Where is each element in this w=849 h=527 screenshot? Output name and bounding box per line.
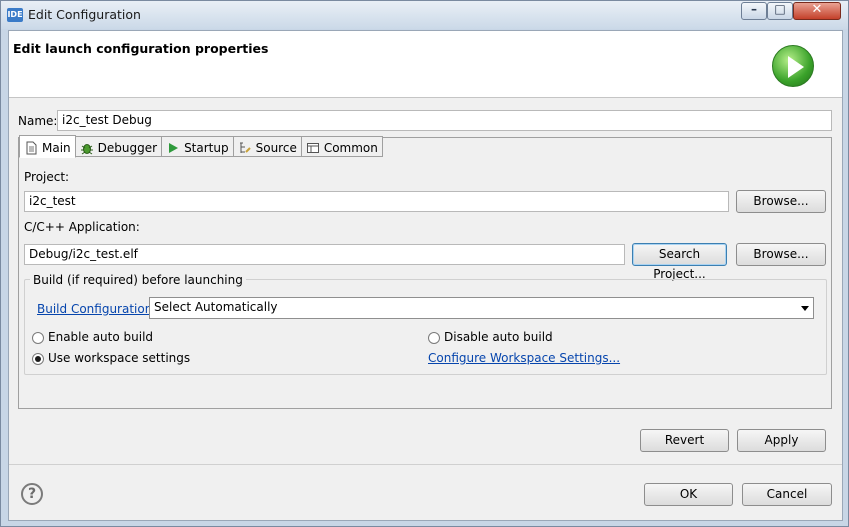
document-icon bbox=[24, 141, 38, 155]
configure-workspace-settings-link[interactable]: Configure Workspace Settings... bbox=[428, 351, 620, 365]
bug-icon bbox=[80, 141, 94, 155]
use-workspace-settings-label: Use workspace settings bbox=[48, 351, 191, 365]
tab-debugger-label: Debugger bbox=[97, 140, 158, 155]
minimize-icon: – bbox=[751, 2, 757, 16]
revert-button[interactable]: Revert bbox=[640, 429, 729, 452]
ok-button[interactable]: OK bbox=[644, 483, 733, 506]
source-icon bbox=[238, 141, 252, 155]
disable-auto-build-radio[interactable] bbox=[428, 332, 440, 344]
dialog-header: Edit launch configuration properties bbox=[9, 31, 842, 98]
play-icon bbox=[166, 141, 180, 155]
close-button[interactable]: ✕ bbox=[793, 2, 841, 20]
tab-startup[interactable]: Startup bbox=[162, 136, 234, 157]
maximize-button[interactable]: □ bbox=[767, 2, 793, 20]
tab-common-label: Common bbox=[323, 140, 378, 155]
title-bar[interactable]: IDE Edit Configuration – □ ✕ bbox=[1, 1, 848, 29]
application-browse-button[interactable]: Browse... bbox=[736, 243, 826, 266]
tab-startup-label: Startup bbox=[184, 140, 229, 155]
name-field[interactable]: i2c_test Debug bbox=[57, 110, 832, 131]
cancel-button[interactable]: Cancel bbox=[742, 483, 832, 506]
application-label: C/C++ Application: bbox=[24, 220, 140, 234]
enable-auto-build-label: Enable auto build bbox=[48, 330, 154, 344]
window-title: Edit Configuration bbox=[28, 7, 141, 22]
header-title: Edit launch configuration properties bbox=[13, 41, 269, 56]
build-configuration-select[interactable]: Select Automatically bbox=[149, 297, 814, 319]
minimize-button[interactable]: – bbox=[741, 2, 767, 20]
tab-debugger[interactable]: Debugger bbox=[75, 136, 163, 157]
help-icon[interactable]: ? bbox=[21, 483, 43, 505]
build-configuration-link[interactable]: Build Configuration: bbox=[37, 302, 156, 316]
search-project-button[interactable]: Search Project... bbox=[632, 243, 727, 281]
common-icon bbox=[306, 141, 320, 155]
close-icon: ✕ bbox=[811, 2, 823, 17]
disable-auto-build-label: Disable auto build bbox=[444, 330, 553, 344]
ide-app-icon: IDE bbox=[7, 8, 23, 22]
build-group-title: Build (if required) before launching bbox=[30, 273, 246, 287]
build-configuration-value: Select Automatically bbox=[154, 300, 278, 314]
use-workspace-settings-radio[interactable] bbox=[32, 353, 44, 365]
run-icon bbox=[772, 45, 814, 87]
project-browse-button[interactable]: Browse... bbox=[736, 190, 826, 213]
edit-configuration-window: IDE Edit Configuration – □ ✕ Edit launch… bbox=[0, 0, 849, 527]
application-field[interactable]: Debug/i2c_test.elf bbox=[24, 244, 625, 265]
dialog-client-area: Edit launch configuration properties Nam… bbox=[8, 30, 843, 521]
tab-main-label: Main bbox=[42, 140, 71, 155]
project-field[interactable]: i2c_test bbox=[24, 191, 729, 212]
tab-strip: Main Debugger Startup Source Common bbox=[19, 135, 383, 158]
project-label: Project: bbox=[24, 170, 70, 184]
tab-source[interactable]: Source bbox=[233, 136, 302, 157]
tab-main[interactable]: Main bbox=[19, 135, 76, 158]
chevron-down-icon bbox=[801, 306, 809, 311]
name-label: Name: bbox=[18, 114, 58, 128]
apply-button[interactable]: Apply bbox=[737, 429, 826, 452]
tab-common[interactable]: Common bbox=[301, 136, 383, 157]
maximize-icon: □ bbox=[774, 2, 786, 16]
tab-source-label: Source bbox=[255, 140, 297, 155]
enable-auto-build-radio[interactable] bbox=[32, 332, 44, 344]
footer-separator bbox=[9, 464, 842, 465]
